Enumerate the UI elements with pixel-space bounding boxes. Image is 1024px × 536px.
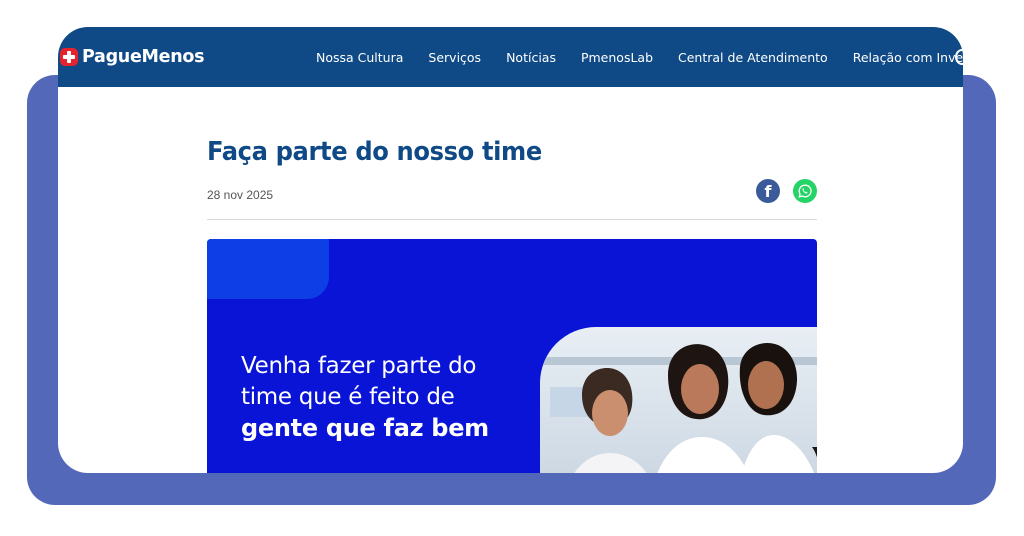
team-illustration	[540, 343, 817, 473]
nav-link-nossa-cultura[interactable]: Nossa Cultura	[316, 50, 403, 65]
nav-link-relacao-investidores[interactable]: Relação com Investidores	[853, 50, 963, 65]
nav-link-pmenoslab[interactable]: PmenosLab	[581, 50, 653, 65]
main-nav: Nossa Cultura Serviços Notícias PmenosLa…	[316, 27, 963, 87]
divider	[207, 219, 817, 220]
search-icon[interactable]	[955, 49, 963, 65]
banner-decorative-shape	[207, 239, 329, 299]
article-title: Faça parte do nosso time	[207, 137, 542, 167]
banner-line-1: Venha fazer parte do	[241, 353, 477, 379]
browser-window: PagueMenos Nossa Cultura Serviços Notíci…	[58, 27, 963, 473]
facebook-share-icon[interactable]: f	[756, 179, 780, 203]
paguemenos-logo[interactable]: PagueMenos	[58, 46, 205, 68]
banner-line-2: time que é feito de	[241, 384, 455, 410]
top-navigation-bar: PagueMenos Nossa Cultura Serviços Notíci…	[58, 27, 963, 87]
team-photo	[540, 327, 817, 473]
banner-line-3: gente que faz bem	[241, 414, 489, 442]
banner-headline: Venha fazer parte do time que é feito de…	[241, 351, 489, 444]
article-date: 28 nov 2025	[207, 188, 274, 202]
career-banner[interactable]: Venha fazer parte do time que é feito de…	[207, 239, 817, 473]
red-cross-icon	[60, 48, 78, 66]
share-buttons: f	[756, 179, 817, 203]
nav-link-central-atendimento[interactable]: Central de Atendimento	[678, 50, 828, 65]
nav-link-servicos[interactable]: Serviços	[428, 50, 481, 65]
nav-link-noticias[interactable]: Notícias	[506, 50, 556, 65]
whatsapp-icon	[798, 184, 812, 198]
logo-text: PagueMenos	[82, 47, 205, 67]
whatsapp-share-icon[interactable]	[793, 179, 817, 203]
